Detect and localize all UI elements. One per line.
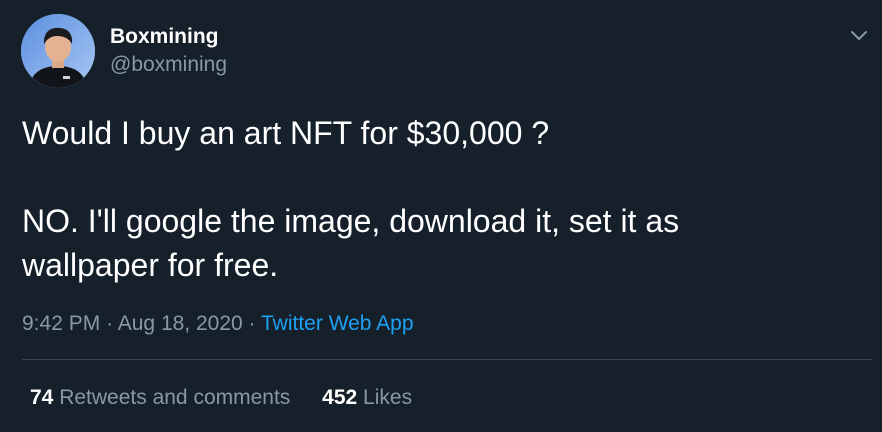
retweets-count: 74 — [30, 386, 54, 409]
tweet-text: Would I buy an art NFT for $30,000 ? NO.… — [22, 111, 862, 287]
author-display-name[interactable]: Boxmining — [110, 24, 219, 50]
retweets-stat[interactable]: 74 Retweets and comments — [30, 384, 290, 412]
tweet-text-line: Would I buy an art NFT for $30,000 ? — [22, 115, 550, 151]
tweet-source-link[interactable]: Twitter Web App — [261, 312, 414, 335]
chevron-down-icon — [851, 31, 867, 40]
avatar[interactable] — [21, 14, 95, 88]
tweet-card: Boxmining @boxmining Would I buy an art … — [0, 0, 882, 432]
author-handle[interactable]: @boxmining — [110, 52, 227, 78]
likes-stat[interactable]: 452 Likes — [322, 384, 412, 412]
retweets-label: Retweets and comments — [59, 386, 291, 409]
meta-separator: · — [106, 312, 114, 335]
tweet-time[interactable]: 9:42 PM — [22, 312, 100, 335]
tweet-text-line: NO. I'll google the image, download it, … — [22, 203, 680, 239]
tweet-text-blank-line — [22, 155, 862, 199]
divider — [22, 359, 872, 360]
tweet-meta: 9:42 PM · Aug 18, 2020 · Twitter Web App — [22, 310, 414, 338]
tweet-text-line: wallpaper for free. — [22, 247, 279, 283]
more-options-button[interactable] — [846, 22, 872, 48]
likes-label: Likes — [363, 386, 413, 409]
likes-count: 452 — [322, 386, 358, 409]
avatar-image — [21, 14, 95, 88]
tweet-date[interactable]: Aug 18, 2020 — [118, 312, 243, 335]
tweet-stats: 74 Retweets and comments 452 Likes — [30, 384, 412, 412]
meta-separator: · — [248, 312, 256, 335]
